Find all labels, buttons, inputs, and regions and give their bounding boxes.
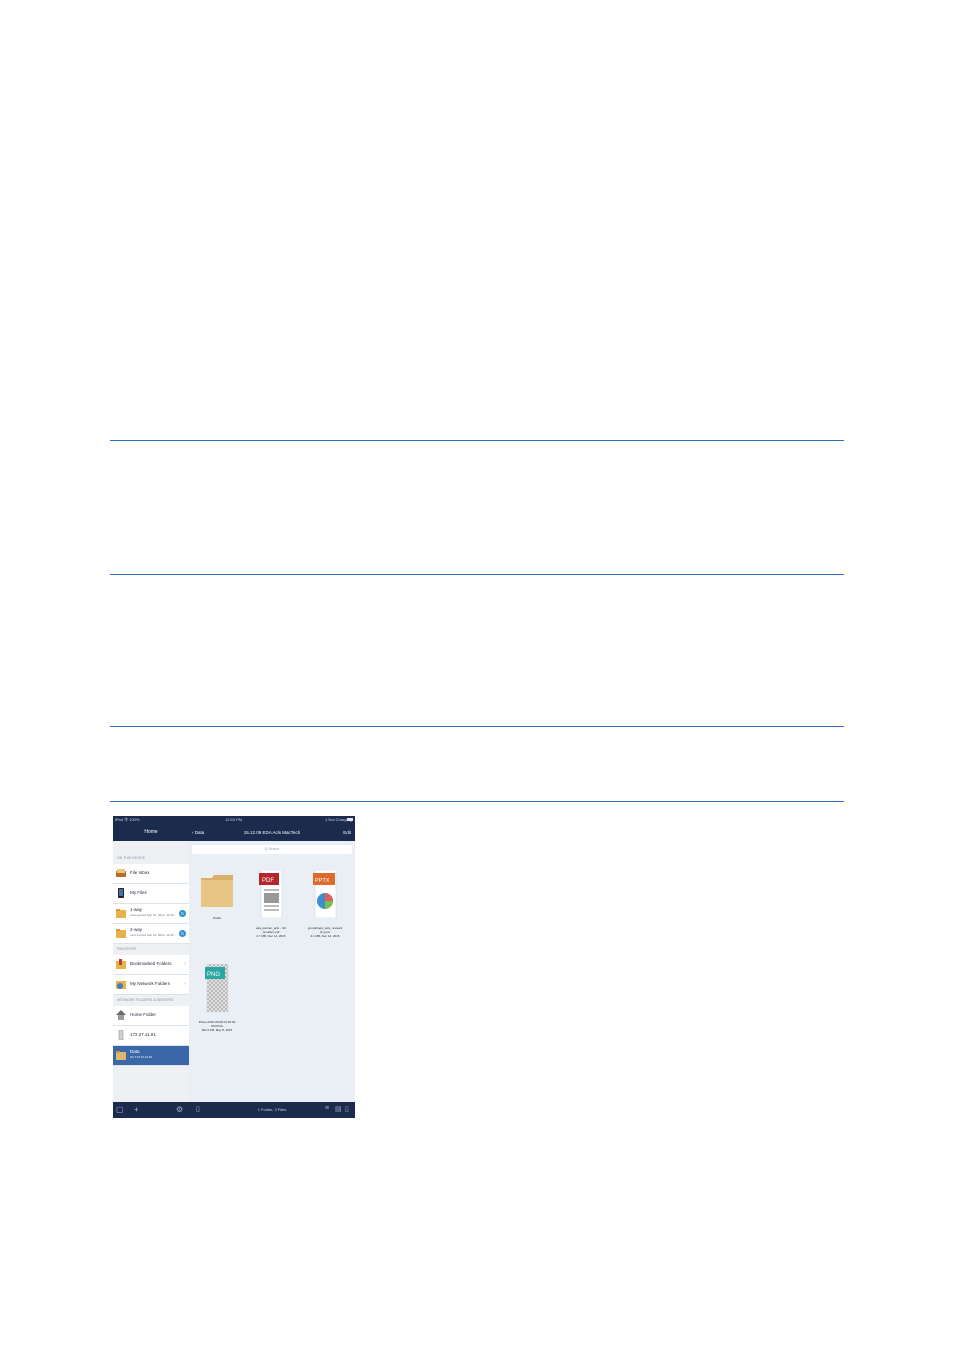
inbox-icon	[116, 869, 126, 877]
sync-badge-icon: ↻	[179, 910, 186, 917]
sidebar-item-label: File Inbox	[130, 870, 150, 875]
sidebar-item-label: 172.27.11.91	[130, 1032, 156, 1037]
sidebar-item-label: Data	[130, 1049, 140, 1054]
file-meta: 991.0 KB, May 8, 2015	[201, 1028, 233, 1032]
device-toggle-icon[interactable]: ▢	[116, 1105, 124, 1114]
divider-rule	[110, 440, 844, 441]
view-mode-icon[interactable]: ▤	[335, 1105, 342, 1113]
sidebar-item-my-network-folders[interactable]: My Network Folders ›	[113, 975, 189, 995]
sidebar: Home ON THIS DEVICE File Inbox My Files …	[113, 824, 189, 1118]
sidebar-item-label: Bookmarked Folders	[130, 961, 172, 966]
divider-rule	[110, 801, 844, 802]
nav-bar: ‹ Data 15.12.09 EDA Acls MacTech Edit	[189, 824, 355, 841]
carrier-label: iPad 令 100%	[115, 817, 140, 822]
file-item-folder[interactable]: Drafts	[195, 870, 239, 920]
folder-icon	[116, 1051, 126, 1060]
file-name: groupblogic_acls_review4 (1).pptx	[307, 926, 343, 934]
sort-icon[interactable]: ≡	[325, 1105, 329, 1112]
pptx-file-icon: PPTX	[312, 869, 336, 919]
file-item-pdf[interactable]: PDF eda_partner_acls - SU (smaller).pdf 2…	[249, 869, 293, 938]
file-caption: Photo 2015-05-08 01:20:30 PM.PNG 991.0 KB…	[195, 1020, 239, 1032]
edit-button[interactable]: Edit	[343, 830, 351, 835]
folder-icon	[201, 875, 233, 907]
trash-icon[interactable]: ▯	[345, 1105, 349, 1113]
server-icon	[118, 1030, 124, 1040]
status-bar: iPad 令 100% 12:53 PM 1 Not Charging	[113, 816, 355, 824]
bookmark-folder-icon	[116, 959, 126, 969]
sidebar-title: Home	[113, 824, 189, 841]
sidebar-item-2-way[interactable]: 2-way Last synced Feb 16, 2014, 12:30...…	[113, 924, 189, 944]
sync-badge-icon: ↻	[179, 930, 186, 937]
sidebar-item-home-folder[interactable]: Home Folder	[113, 1006, 189, 1026]
png-file-icon: PNG	[204, 963, 228, 1013]
search-field[interactable]: Q Search	[192, 845, 352, 854]
sidebar-item-bookmarked-folders[interactable]: Bookmarked Folders ›	[113, 955, 189, 975]
add-icon[interactable]: +	[134, 1105, 139, 1114]
battery-icon	[347, 818, 353, 821]
page-title: 15.12.09 EDA Acls MacTech	[243, 830, 301, 835]
sidebar-item-label: Home Folder	[130, 1012, 157, 1017]
sync-folder-icon	[116, 929, 126, 938]
content-toolbar: ▯ 1 Folder, 3 Files ≡ ▤ ▯	[189, 1102, 355, 1118]
file-meta: 2.1 MB, Dec 14, 2015	[310, 934, 340, 938]
chevron-right-icon: ›	[184, 961, 186, 967]
sidebar-item-label: 1-way	[130, 907, 143, 912]
sidebar-item-label: My Network Folders	[130, 981, 171, 986]
app-screenshot: iPad 令 100% 12:53 PM 1 Not Charging Home…	[113, 816, 355, 1118]
divider-rule	[110, 574, 844, 575]
file-meta: 2.7 MB, Dec 14, 2015	[256, 934, 286, 938]
file-type-badge: PNG	[207, 972, 220, 978]
file-name: Drafts	[212, 916, 221, 920]
sidebar-item-my-files[interactable]: My Files	[113, 884, 189, 904]
sidebar-item-label: My Files	[130, 890, 147, 895]
file-item-pptx[interactable]: PPTX groupblogic_acls_review4 (1).pptx 2.…	[303, 869, 347, 938]
file-type-badge: PPTX	[315, 878, 330, 884]
sidebar-item-data[interactable]: Data On 172.27.11.91	[113, 1046, 189, 1066]
file-browser: ‹ Data 15.12.09 EDA Acls MacTech Edit Q …	[189, 824, 355, 1118]
settings-gear-icon[interactable]: ⚙	[176, 1105, 183, 1114]
pdf-file-icon: PDF	[258, 869, 282, 919]
file-caption: groupblogic_acls_review4 (1).pptx 2.1 MB,…	[303, 926, 347, 938]
file-name: eda_partner_acls - SU (smaller).pdf	[255, 926, 287, 934]
sidebar-item-label: 2-way	[130, 927, 143, 932]
section-header: FAVORITES	[117, 947, 137, 951]
section-header: NETWORK FOLDERS & SERVERS	[117, 998, 174, 1002]
divider-rule	[110, 726, 844, 727]
chevron-right-icon: ›	[184, 981, 186, 987]
section-header: ON THIS DEVICE	[117, 856, 146, 860]
device-icon	[118, 888, 124, 898]
sidebar-toolbar: ▢ + ⚙	[113, 1102, 189, 1118]
sidebar-item-subtitle: Last synced Feb 16, 2014, 12:30...	[130, 933, 177, 937]
sidebar-item-subtitle: On 172.27.11.91	[130, 1055, 153, 1059]
sidebar-item-1-way[interactable]: 1-way Last synced Feb 16, 2014, 12:30...…	[113, 904, 189, 924]
file-item-png[interactable]: PNG Photo 2015-05-08 01:20:30 PM.PNG 991.…	[195, 963, 239, 1032]
file-caption: eda_partner_acls - SU (smaller).pdf 2.7 M…	[249, 926, 293, 938]
clock: 12:53 PM	[225, 817, 243, 822]
item-count: 1 Folder, 3 Files	[257, 1107, 287, 1112]
sync-folder-icon	[116, 909, 126, 918]
file-name: Photo 2015-05-08 01:20:30 PM.PNG	[198, 1020, 236, 1028]
file-type-badge: PDF	[262, 878, 274, 884]
sidebar-item-server[interactable]: 172.27.11.91	[113, 1026, 189, 1046]
network-folder-icon	[116, 981, 126, 989]
sidebar-item-file-inbox[interactable]: File Inbox	[113, 864, 189, 884]
home-icon	[116, 1010, 126, 1020]
sidebar-item-subtitle: Last synced Feb 16, 2014, 12:30...	[130, 913, 177, 917]
